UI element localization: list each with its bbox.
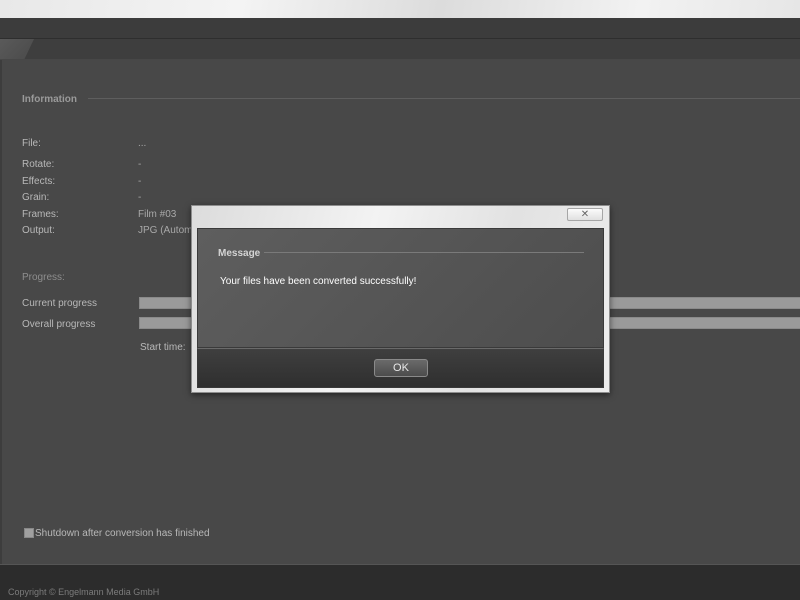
dialog-title: Message bbox=[218, 248, 261, 259]
progress-title: Progress: bbox=[22, 272, 65, 283]
menu-bar bbox=[0, 18, 800, 39]
rotate-label: Rotate: bbox=[22, 159, 55, 170]
overall-progress-label: Overall progress bbox=[22, 319, 96, 330]
message-dialog: ✕ Message Your files have been converted… bbox=[191, 205, 610, 393]
tab-bar bbox=[0, 39, 800, 59]
frames-value: Film #03 bbox=[138, 209, 177, 220]
ok-button[interactable]: OK bbox=[374, 359, 428, 377]
file-label: File: bbox=[22, 138, 41, 149]
information-divider bbox=[88, 98, 800, 99]
file-value: ... bbox=[138, 138, 147, 149]
current-progress-label: Current progress bbox=[22, 298, 98, 309]
dialog-title-divider bbox=[264, 252, 584, 253]
rotate-value: - bbox=[138, 159, 142, 170]
shutdown-label[interactable]: Shutdown after conversion has finished bbox=[35, 528, 210, 539]
information-title: Information bbox=[22, 94, 77, 105]
dialog-body: Message Your files have been converted s… bbox=[197, 228, 604, 348]
app-window: Information File: ... Rotate: - Effects:… bbox=[0, 0, 800, 600]
effects-label: Effects: bbox=[22, 176, 56, 187]
start-time-label: Start time: bbox=[140, 342, 186, 353]
title-bar bbox=[0, 0, 800, 18]
dialog-message: Your files have been converted successfu… bbox=[220, 276, 417, 287]
output-value: JPG (Automa bbox=[138, 225, 199, 236]
close-icon: ✕ bbox=[580, 209, 590, 220]
status-bar: Copyright © Engelmann Media GmbH bbox=[0, 564, 800, 600]
close-button[interactable]: ✕ bbox=[567, 208, 603, 221]
output-label: Output: bbox=[22, 225, 55, 236]
copyright-text: Copyright © Engelmann Media GmbH bbox=[8, 587, 160, 597]
grain-value: - bbox=[138, 192, 142, 203]
grain-label: Grain: bbox=[22, 192, 50, 203]
dialog-footer: OK bbox=[197, 348, 604, 388]
frames-label: Frames: bbox=[22, 209, 59, 220]
shutdown-checkbox[interactable] bbox=[24, 528, 34, 538]
effects-value: - bbox=[138, 176, 142, 187]
